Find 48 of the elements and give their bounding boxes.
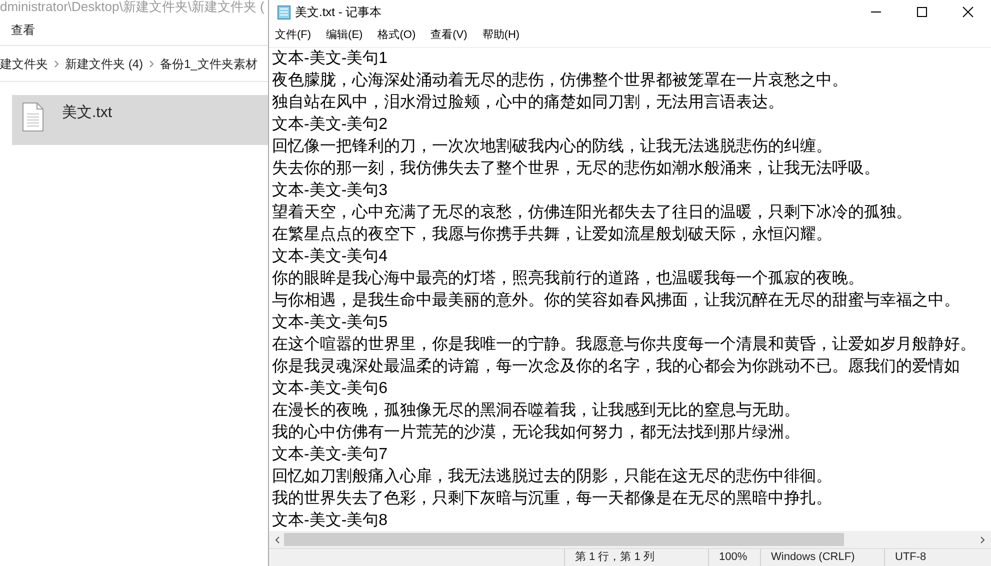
address-path: dministrator\Desktop\新建文件夹\新建文件夹 ( (0, 0, 266, 14)
menu-item[interactable]: 查看(V) (430, 27, 468, 44)
text-line: 文本-美文-美句3 (272, 180, 388, 201)
breadcrumb-item[interactable]: 新建文件夹 (4) (65, 54, 143, 72)
text-line: 望着天空，心中充满了无尽的哀愁，仿佛连阳光都失去了往日的温暖，只剩下冰冷的孤独。 (272, 202, 912, 223)
text-line: 文本-美文-美句7 (272, 444, 388, 465)
status-text: 100% (708, 549, 760, 566)
text-line: 文本-美文-美句4 (272, 246, 388, 267)
scrollbar-thumb[interactable] (284, 533, 844, 546)
scroll-left-icon[interactable] (275, 536, 280, 544)
menu-item[interactable]: 编辑(E) (326, 27, 363, 44)
maximize-icon[interactable] (916, 6, 928, 18)
text-line: 独自站在风中，泪水滑过脸颊，心中的痛楚如同刀割，无法用言语表达。 (272, 92, 784, 113)
text-line: 我的世界失去了色彩，只剩下灰暗与沉重，每一天都像是在无尽的黑暗中挣扎。 (272, 488, 832, 509)
notepad-icon (277, 4, 291, 20)
text-line: 在繁星点点的夜空下，我愿与你携手共舞，让爱如流星般划破天际，永恒闪耀。 (272, 224, 832, 245)
menu-item[interactable]: 帮助(H) (482, 27, 520, 44)
status-text: UTF-8 (884, 549, 964, 566)
text-line: 你的眼眸是我心海中最亮的灯塔，照亮我前行的道路，也温暖我每一个孤寂的夜晚。 (272, 268, 864, 289)
scroll-right-icon[interactable] (980, 536, 985, 544)
window-title: 美文.txt - 记事本 (295, 4, 382, 21)
text-line: 失去你的那一刻，我仿佛失去了整个世界，无尽的悲伤如潮水般涌来，让我无法呼吸。 (272, 158, 880, 179)
text-line: 文本-美文-美句6 (272, 378, 388, 399)
text-line: 在漫长的夜晚，孤独像无尽的黑洞吞噬着我，让我感到无比的窒息与无助。 (272, 400, 800, 421)
text-line: 文本-美文-美句5 (272, 312, 388, 333)
text-line: 回忆如刀割般痛入心扉，我无法逃脱过去的阴影，只能在这无尽的悲伤中徘徊。 (272, 466, 832, 487)
ribbon-tab[interactable]: 查看 (11, 20, 35, 38)
status-text: 第 1 行，第 1 列 (564, 549, 708, 566)
text-line: 你是我灵魂深处最温柔的诗篇，每一次念及你的名字，我的心都会为你跳动不已。愿我们的爱情如 (272, 356, 960, 377)
text-line: 回忆像一把锋利的刀，一次次地割破我内心的防线，让我无法逃脱悲伤的纠缠。 (272, 136, 832, 157)
chevron-icon (149, 60, 154, 68)
text-line: 文本-美文-美句8 (272, 510, 388, 531)
menu-item[interactable]: 格式(O) (378, 27, 416, 44)
text-line: 我的心中仿佛有一片荒芜的沙漠，无论我如何努力，都无法找到那片绿洲。 (272, 422, 800, 443)
menu-item[interactable]: 文件(F) (275, 27, 312, 44)
text-line: 文本-美文-美句2 (272, 114, 388, 135)
chevron-icon (54, 60, 59, 68)
text-file-icon (22, 102, 44, 132)
file-item[interactable]: 美文.txt (12, 95, 268, 145)
text-line: 与你相遇，是我生命中最美丽的意外。你的笑容如春风拂面，让我沉醉在无尽的甜蜜与幸福之中。 (272, 290, 960, 311)
breadcrumb-item[interactable]: 建文件夹 (0, 54, 48, 72)
breadcrumb-item[interactable]: 备份1_文件夹素材 (160, 54, 258, 72)
close-icon[interactable] (962, 6, 974, 18)
text-line: 文本-美文-美句1 (272, 48, 388, 69)
horizontal-scrollbar[interactable] (269, 531, 991, 548)
status-text: Windows (CRLF) (760, 549, 884, 566)
text-line: 夜色朦胧，心海深处涌动着无尽的悲伤，仿佛整个世界都被笼罩在一片哀愁之中。 (272, 70, 848, 91)
text-line: 在这个喧嚣的世界里，你是我唯一的宁静。我愿意与你共度每一个清晨和黄昏，让爱如岁月般静好。 (272, 334, 976, 355)
